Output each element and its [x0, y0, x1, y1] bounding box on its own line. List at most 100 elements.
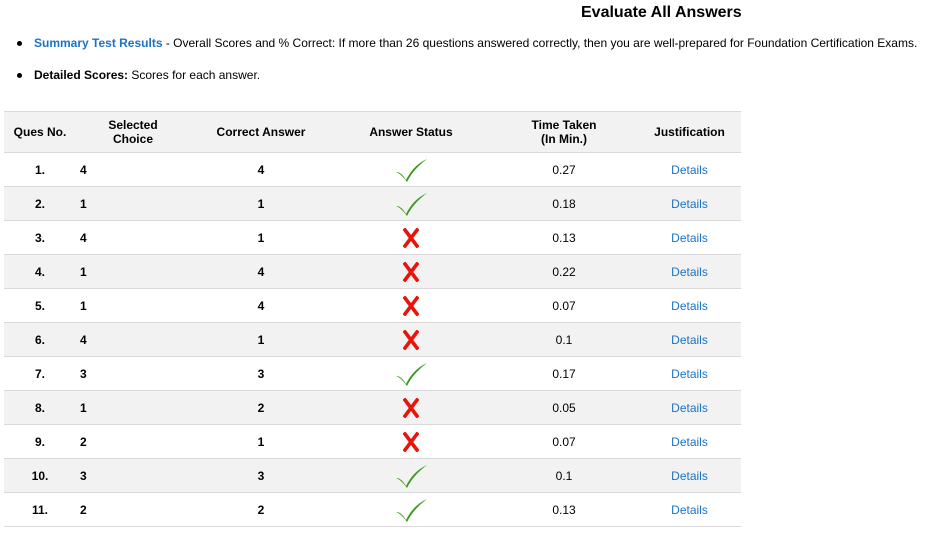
details-link[interactable]: Details	[671, 503, 708, 517]
answer-status	[332, 390, 490, 425]
cross-icon	[403, 397, 419, 418]
answer-status	[332, 492, 490, 527]
details-link[interactable]: Details	[671, 265, 708, 279]
answer-status	[332, 288, 490, 323]
table-row: 4. 1 4 0.22 Details	[4, 254, 741, 289]
time-taken: 0.17	[490, 356, 638, 391]
checkmark-icon	[394, 498, 428, 522]
table-row: 10. 3 3 0.1 Details	[4, 458, 741, 493]
question-number: 7.	[4, 356, 76, 391]
answer-status	[332, 220, 490, 255]
details-link[interactable]: Details	[671, 299, 708, 313]
correct-answer: 1	[190, 186, 332, 221]
question-number: 6.	[4, 322, 76, 357]
time-taken: 0.13	[490, 492, 638, 527]
correct-answer: 1	[190, 220, 332, 255]
answer-status	[332, 322, 490, 357]
table-header-row: Ques No. Selected Choice Correct Answer A…	[4, 111, 741, 153]
cross-icon	[403, 329, 419, 350]
checkmark-icon	[394, 192, 428, 216]
selected-choice: 1	[76, 288, 190, 323]
selected-choice: 1	[76, 390, 190, 425]
details-link[interactable]: Details	[671, 333, 708, 347]
table-row: 8. 1 2 0.05 Details	[4, 390, 741, 425]
header-selected-choice: Selected Choice	[76, 111, 190, 153]
detailed-bullet: Detailed Scores: Scores for each answer.	[17, 68, 917, 82]
correct-answer: 4	[190, 254, 332, 289]
selected-choice: 2	[76, 424, 190, 459]
answer-status	[332, 186, 490, 221]
selected-choice: 4	[76, 220, 190, 255]
time-taken: 0.13	[490, 220, 638, 255]
details-link[interactable]: Details	[671, 435, 708, 449]
detailed-scores-text: Scores for each answer.	[128, 68, 261, 82]
header-time-taken: Time Taken (In Min.)	[490, 111, 638, 153]
correct-answer: 1	[190, 424, 332, 459]
details-link[interactable]: Details	[671, 163, 708, 177]
question-number: 4.	[4, 254, 76, 289]
details-link[interactable]: Details	[671, 401, 708, 415]
answer-status	[332, 458, 490, 493]
header-time-line2: (In Min.)	[541, 132, 587, 146]
summary-test-results-link[interactable]: Summary Test Results	[34, 36, 163, 50]
selected-choice: 2	[76, 492, 190, 527]
selected-choice: 3	[76, 356, 190, 391]
time-taken: 0.07	[490, 288, 638, 323]
question-number: 9.	[4, 424, 76, 459]
question-number: 5.	[4, 288, 76, 323]
details-link[interactable]: Details	[671, 367, 708, 381]
correct-answer: 2	[190, 492, 332, 527]
question-number: 11.	[4, 492, 76, 527]
checkmark-icon	[394, 158, 428, 182]
time-taken: 0.1	[490, 322, 638, 357]
selected-choice: 4	[76, 322, 190, 357]
selected-choice: 3	[76, 458, 190, 493]
time-taken: 0.27	[490, 152, 638, 187]
correct-answer: 3	[190, 458, 332, 493]
question-number: 10.	[4, 458, 76, 493]
question-number: 8.	[4, 390, 76, 425]
table-row: 7. 3 3 0.17 Details	[4, 356, 741, 391]
correct-answer: 4	[190, 152, 332, 187]
table-row: 6. 4 1 0.1 Details	[4, 322, 741, 357]
selected-choice: 1	[76, 186, 190, 221]
answer-status	[332, 356, 490, 391]
table-row: 1. 4 4 0.27 Details	[4, 152, 741, 187]
correct-answer: 1	[190, 322, 332, 357]
justification: Details	[638, 390, 741, 425]
results-table: Ques No. Selected Choice Correct Answer A…	[4, 111, 741, 527]
checkmark-icon	[394, 464, 428, 488]
answer-status	[332, 424, 490, 459]
time-taken: 0.22	[490, 254, 638, 289]
selected-choice: 4	[76, 152, 190, 187]
justification: Details	[638, 424, 741, 459]
header-answer-status: Answer Status	[332, 111, 490, 153]
answer-status	[332, 254, 490, 289]
details-link[interactable]: Details	[671, 197, 708, 211]
time-taken: 0.18	[490, 186, 638, 221]
justification: Details	[638, 356, 741, 391]
details-link[interactable]: Details	[671, 469, 708, 483]
answer-status	[332, 152, 490, 187]
justification: Details	[638, 458, 741, 493]
evaluate-answers-page: Evaluate All Answers Summary Test Result…	[0, 0, 933, 537]
justification: Details	[638, 288, 741, 323]
details-link[interactable]: Details	[671, 231, 708, 245]
time-taken: 0.1	[490, 458, 638, 493]
detailed-scores-label: Detailed Scores:	[34, 68, 129, 82]
results-body: 1. 4 4 0.27 Details 2. 1 1 0.18 Details …	[4, 152, 741, 527]
header-time-line1: Time Taken	[531, 118, 597, 132]
table-row: 5. 1 4 0.07 Details	[4, 288, 741, 323]
info-list: Summary Test Results - Overall Scores an…	[17, 36, 917, 82]
checkmark-icon	[394, 362, 428, 386]
summary-bullet: Summary Test Results - Overall Scores an…	[17, 36, 917, 50]
table-row: 9. 2 1 0.07 Details	[4, 424, 741, 459]
cross-icon	[403, 431, 419, 452]
summary-text: - Overall Scores and % Correct: If more …	[162, 36, 918, 50]
question-number: 1.	[4, 152, 76, 187]
correct-answer: 2	[190, 390, 332, 425]
page-title: Evaluate All Answers	[581, 4, 742, 21]
correct-answer: 3	[190, 356, 332, 391]
header-selected-line1: Selected	[108, 118, 158, 132]
justification: Details	[638, 220, 741, 255]
